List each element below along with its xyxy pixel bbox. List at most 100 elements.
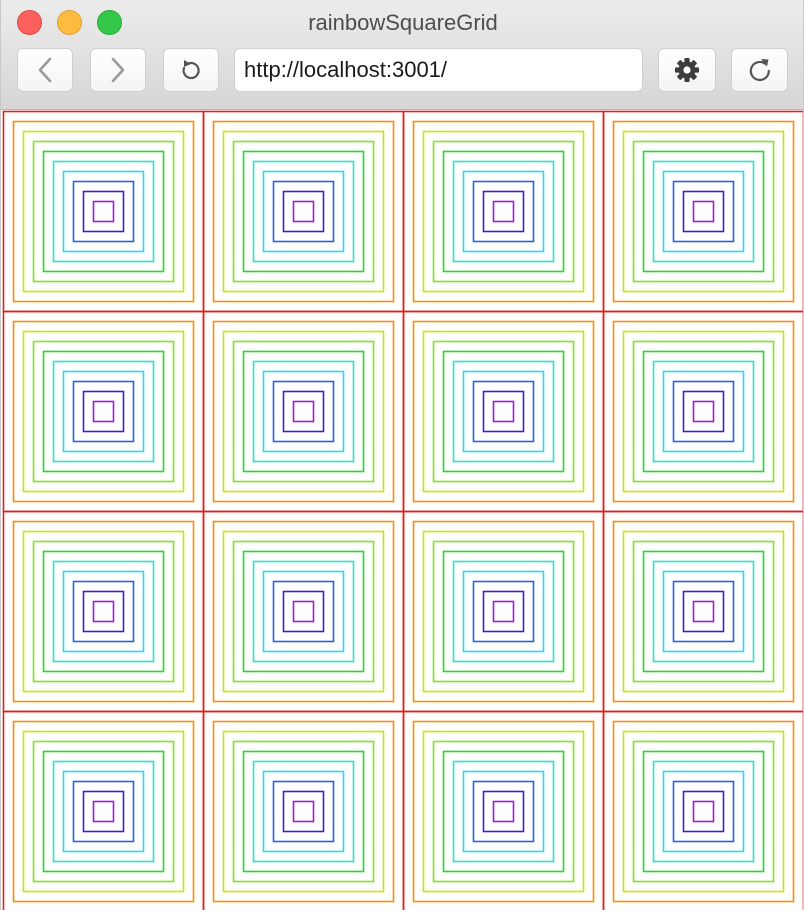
rainbow-square <box>22 130 185 293</box>
rainbow-square <box>52 360 155 463</box>
rainbow-square <box>642 550 765 673</box>
rainbow-square <box>92 400 115 423</box>
rainbow-square <box>282 390 325 433</box>
rainbow-square <box>662 770 745 853</box>
rainbow-square <box>222 730 385 893</box>
rainbow-square <box>22 530 185 693</box>
rainbow-square <box>242 750 365 873</box>
rainbow-square <box>262 770 345 853</box>
rainbow-square <box>92 200 115 223</box>
rainbow-square <box>22 730 185 893</box>
rainbow-square <box>692 800 715 823</box>
rainbow-square <box>62 170 145 253</box>
forward-button[interactable] <box>90 48 146 92</box>
rainbow-square <box>72 180 135 243</box>
settings-button[interactable] <box>658 48 716 92</box>
window-title: rainbowSquareGrid <box>308 10 498 35</box>
refresh-icon <box>749 59 770 82</box>
rainbow-square <box>292 400 315 423</box>
rainbow-square <box>82 190 125 233</box>
rainbow-square <box>622 730 785 893</box>
rainbow-square <box>222 130 385 293</box>
rainbow-square <box>82 390 125 433</box>
page-content <box>1 110 803 910</box>
rainbow-square <box>32 740 175 883</box>
rainbow-square <box>282 790 325 833</box>
rainbow-square <box>292 800 315 823</box>
rainbow-square <box>632 540 775 683</box>
rainbow-square <box>42 350 165 473</box>
rainbow-square <box>482 790 525 833</box>
reload-icon <box>182 60 200 80</box>
rainbow-square <box>432 340 575 483</box>
rainbow-square <box>62 570 145 653</box>
reload-button[interactable] <box>163 48 219 92</box>
rainbow-square <box>612 120 795 303</box>
rainbow-square <box>412 320 595 503</box>
rainbow-square <box>482 390 525 433</box>
rainbow-square <box>292 200 315 223</box>
rainbow-square <box>72 380 135 443</box>
rainbow-square <box>682 390 725 433</box>
rainbow-square <box>432 140 575 283</box>
rainbow-square <box>612 320 795 503</box>
rainbow-square <box>452 760 555 863</box>
rainbow-square <box>62 770 145 853</box>
rainbow-square <box>272 580 335 643</box>
rainbow-square <box>252 760 355 863</box>
rainbow-square <box>412 120 595 303</box>
rainbow-square <box>262 570 345 653</box>
chevron-right-icon <box>111 57 125 83</box>
rainbow-square-grid <box>2 110 803 910</box>
rainbow-square <box>272 180 335 243</box>
rainbow-square <box>462 770 545 853</box>
rainbow-square <box>642 350 765 473</box>
rainbow-square <box>222 530 385 693</box>
rainbow-square <box>82 590 125 633</box>
rainbow-square <box>612 720 795 903</box>
rainbow-square <box>482 590 525 633</box>
rainbow-square <box>42 150 165 273</box>
rainbow-square <box>32 540 175 683</box>
rainbow-square <box>22 330 185 493</box>
rainbow-square <box>422 130 585 293</box>
rainbow-square <box>32 340 175 483</box>
rainbow-square <box>262 370 345 453</box>
rainbow-square <box>212 520 395 703</box>
rainbow-square <box>82 790 125 833</box>
rainbow-square <box>662 370 745 453</box>
rainbow-square <box>652 160 755 263</box>
browser-window: rainbowSquareGrid http://localhost:3001/ <box>0 0 804 910</box>
rainbow-square <box>642 150 765 273</box>
rainbow-square <box>252 560 355 663</box>
rainbow-square <box>682 790 725 833</box>
rainbow-square <box>452 160 555 263</box>
rainbow-square <box>672 780 735 843</box>
rainbow-square <box>652 760 755 863</box>
rainbow-square <box>632 740 775 883</box>
rainbow-square <box>222 330 385 493</box>
rainbow-square <box>52 760 155 863</box>
rainbow-square <box>672 380 735 443</box>
rainbow-square <box>232 740 375 883</box>
rainbow-square <box>692 600 715 623</box>
back-button[interactable] <box>17 48 73 92</box>
rainbow-square <box>282 590 325 633</box>
rainbow-square <box>272 380 335 443</box>
rainbow-square <box>412 720 595 903</box>
rainbow-square <box>662 170 745 253</box>
rainbow-square <box>292 600 315 623</box>
rainbow-square <box>682 590 725 633</box>
rainbow-square <box>252 360 355 463</box>
rainbow-square <box>672 180 735 243</box>
gear-icon <box>675 58 699 82</box>
rainbow-square <box>652 560 755 663</box>
rainbow-square <box>442 350 565 473</box>
refresh-button[interactable] <box>731 48 788 92</box>
rainbow-square <box>52 160 155 263</box>
url-field[interactable]: http://localhost:3001/ <box>234 48 643 92</box>
rainbow-square <box>492 200 515 223</box>
rainbow-square <box>262 170 345 253</box>
rainbow-square <box>12 520 195 703</box>
rainbow-square <box>672 580 735 643</box>
